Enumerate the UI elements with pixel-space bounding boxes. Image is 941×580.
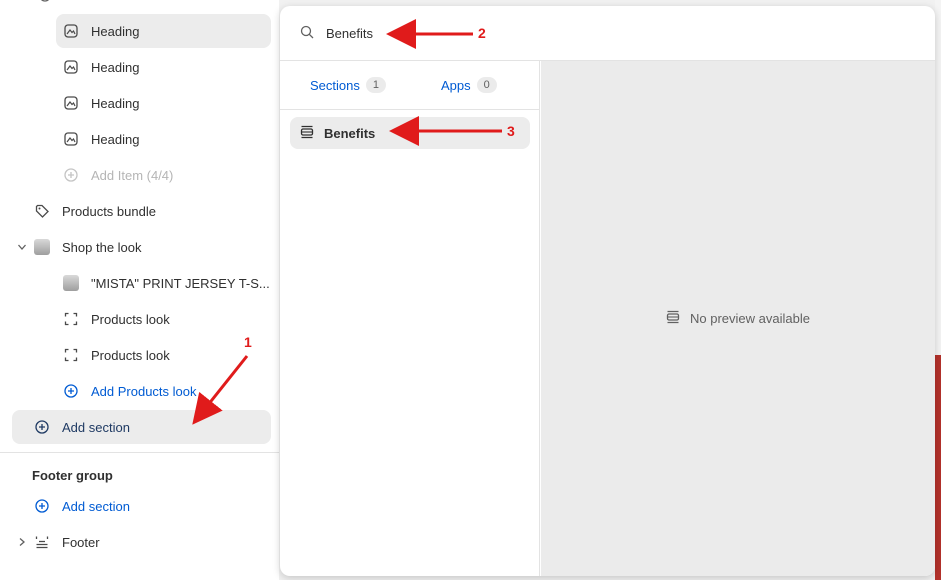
- sidebar: Heading Heading Heading Heading Add Item…: [0, 0, 279, 580]
- results-column: Sections 1 Apps 0 Benefits: [280, 61, 540, 576]
- footer-add-section-button[interactable]: Add section: [34, 489, 130, 523]
- sidebar-item-heading[interactable]: Heading: [63, 122, 139, 156]
- sidebar-item-products-look[interactable]: Products look: [63, 302, 170, 336]
- add-item-button: Add Item (4/4): [63, 158, 173, 192]
- footer-add-section-label: Add section: [62, 498, 130, 514]
- section-preview-pane: No preview available: [541, 61, 935, 576]
- sidebar-item-label: Heading: [91, 131, 140, 147]
- sidebar-item-product[interactable]: "MISTA" PRINT JERSEY T-S...: [63, 266, 270, 300]
- divider: [0, 452, 279, 453]
- annotation-number: 3: [507, 123, 515, 139]
- annotation-number: 1: [244, 334, 252, 350]
- search-input[interactable]: [326, 25, 726, 41]
- sidebar-item-label: "MISTA" PRINT JERSEY T-S...: [91, 275, 270, 291]
- annotation-number: 2: [478, 25, 486, 41]
- tag-icon: [34, 203, 50, 219]
- section-icon: [666, 310, 680, 327]
- tab-label: Sections: [310, 77, 360, 93]
- sidebar-item-heading[interactable]: Heading: [63, 86, 139, 120]
- sidebar-item-label: Products look: [91, 311, 170, 327]
- add-section-button[interactable]: Add section: [12, 410, 271, 444]
- search-bar: [280, 6, 935, 61]
- image-block-icon: [63, 59, 79, 75]
- result-item-benefits[interactable]: Benefits: [290, 117, 530, 149]
- sidebar-item-footer[interactable]: Footer: [34, 525, 100, 559]
- storefront-preview-image: [935, 355, 941, 580]
- count-badge: 0: [476, 77, 497, 93]
- image-block-icon: [63, 95, 79, 111]
- add-products-look-label: Add Products look: [91, 383, 197, 399]
- plus-circle-icon: [63, 167, 79, 183]
- no-preview-text: No preview available: [690, 311, 810, 326]
- add-section-popover: Sections 1 Apps 0 Benefits No preview av…: [280, 6, 935, 576]
- plus-circle-icon: [34, 498, 50, 514]
- sidebar-item-heading[interactable]: Heading: [63, 50, 139, 84]
- tab-label: Apps: [441, 77, 471, 93]
- sidebar-item-products-bundle[interactable]: Products bundle: [34, 194, 156, 228]
- chevron-down-icon[interactable]: [16, 241, 28, 253]
- dashed-square-icon: [63, 347, 79, 363]
- product-thumbnail: [63, 275, 79, 291]
- partial-icon: [38, 0, 52, 4]
- count-badge: 1: [365, 77, 386, 93]
- sidebar-item-shop-the-look[interactable]: Shop the look: [34, 230, 142, 264]
- add-products-look-button[interactable]: Add Products look: [63, 374, 197, 408]
- image-block-icon: [63, 23, 79, 39]
- sidebar-item-label: Heading: [91, 23, 140, 39]
- result-label: Benefits: [324, 125, 376, 141]
- sidebar-item-products-look[interactable]: Products look: [63, 338, 170, 372]
- sidebar-item-label: Products look: [91, 347, 170, 363]
- sidebar-item-label: Footer: [62, 534, 100, 550]
- sidebar-item-label: Heading: [91, 95, 140, 111]
- plus-circle-icon: [34, 419, 50, 435]
- section-icon: [300, 125, 314, 142]
- plus-circle-icon: [63, 383, 79, 399]
- footer-group-title: Footer group: [32, 468, 113, 483]
- footer-layout-icon: [34, 534, 50, 550]
- tab-apps[interactable]: Apps 0: [441, 77, 497, 93]
- sidebar-item-heading[interactable]: Heading: [56, 14, 271, 48]
- dashed-square-icon: [63, 311, 79, 327]
- sidebar-item-label: Products bundle: [62, 203, 156, 219]
- product-thumbnail: [34, 239, 50, 255]
- tab-bar: Sections 1 Apps 0: [280, 61, 540, 110]
- add-section-label: Add section: [62, 419, 130, 435]
- sidebar-item-label: Heading: [91, 59, 140, 75]
- chevron-right-icon[interactable]: [16, 536, 28, 548]
- sidebar-item-label: Shop the look: [62, 239, 142, 255]
- search-icon: [300, 25, 314, 42]
- tab-sections[interactable]: Sections 1: [310, 77, 386, 93]
- image-block-icon: [63, 131, 79, 147]
- add-item-label: Add Item (4/4): [91, 167, 174, 183]
